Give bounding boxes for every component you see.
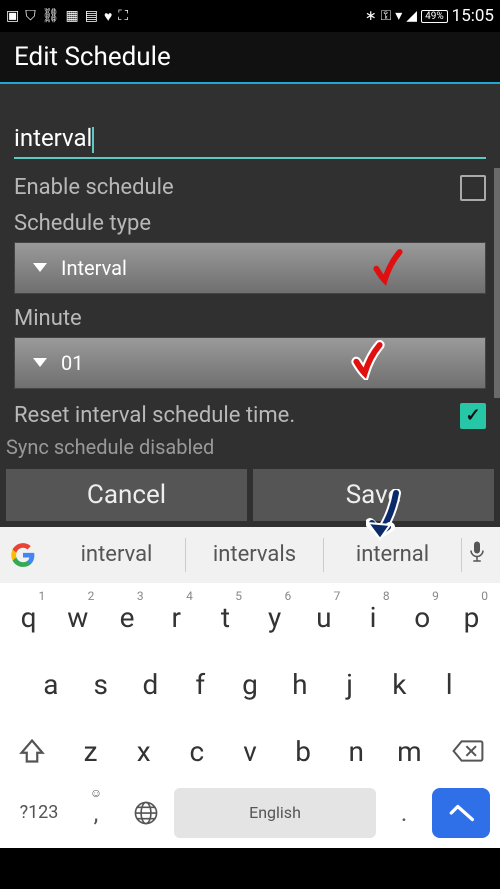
key-z[interactable]: z [64,725,117,778]
key-x[interactable]: x [117,725,170,778]
annotation-check-icon [371,247,405,287]
language-key[interactable] [124,788,168,838]
enable-schedule-label: Enable schedule [14,175,174,200]
wifi-icon: ▾ [395,8,402,24]
key-i[interactable]: i8 [348,591,397,644]
key-o[interactable]: o9 [398,591,447,644]
soft-keyboard: q1w2e3r4t5y6u7i8o9p0 asdfghjkl zxcvbnm ?… [0,583,500,848]
key-b[interactable]: b [277,725,330,778]
key-e[interactable]: e3 [102,591,151,644]
sync-status-text: Sync schedule disabled [0,435,486,459]
key-a[interactable]: a [26,658,76,711]
notif-icon: ▣ [6,8,19,24]
shift-key[interactable] [4,726,60,776]
key-d[interactable]: d [126,658,176,711]
key-j[interactable]: j [325,658,375,711]
annotation-arrow-icon [366,489,406,545]
key-v[interactable]: v [223,725,276,778]
signal-icon: ◢ [406,8,417,24]
chevron-down-icon [33,358,47,367]
key-w[interactable]: w2 [53,591,102,644]
minute-dropdown[interactable]: 01 [14,337,486,389]
mic-icon[interactable] [462,540,492,569]
key-y[interactable]: y6 [250,591,299,644]
suggestion-2[interactable]: intervals [186,538,324,572]
wall-icon: ▤ [85,8,98,24]
minute-value: 01 [61,351,83,375]
key-u[interactable]: u7 [299,591,348,644]
schedule-type-dropdown[interactable]: Interval [14,242,486,294]
heart-icon: ♥ [104,8,112,25]
suggestion-1[interactable]: interval [48,538,186,572]
cancel-button[interactable]: Cancel [6,469,247,521]
comma-key[interactable]: ☺, [74,788,118,838]
key-p[interactable]: p0 [447,591,496,644]
ua-icon: ⛓ [42,8,60,24]
backspace-key[interactable] [440,726,496,776]
scroll-indicator[interactable] [494,168,500,398]
annotation-check-icon [351,340,385,380]
reset-interval-checkbox[interactable]: ✓ [460,403,486,429]
key-t[interactable]: t5 [201,591,250,644]
enable-schedule-checkbox[interactable] [460,175,486,201]
minute-label: Minute [14,306,486,331]
key-f[interactable]: f [175,658,225,711]
key-c[interactable]: c [170,725,223,778]
space-key[interactable]: English [174,788,376,838]
bluetooth-icon: ∗ [365,8,377,24]
key-k[interactable]: k [374,658,424,711]
key-h[interactable]: h [275,658,325,711]
period-key[interactable]: . [382,788,426,838]
google-icon[interactable] [8,540,38,570]
shield-icon: ⛉ [25,8,36,24]
reset-interval-label: Reset interval schedule time. [14,403,295,428]
chevron-down-icon [33,263,47,272]
battery-indicator: 49% [421,10,448,23]
key-icon: ⚿ [381,8,392,24]
key-l[interactable]: l [424,658,474,711]
key-r[interactable]: r4 [152,591,201,644]
symbols-key[interactable]: ?123 [10,788,68,838]
clock: 15:05 [452,6,494,26]
key-s[interactable]: s [76,658,126,711]
android-status-bar: ▣ ⛉ ⛓ ▦ ▤ ♥ ⛶ ∗ ⚿ ▾ ◢ 49% 15:05 [0,0,500,32]
enter-key[interactable] [432,788,490,838]
key-m[interactable]: m [383,725,436,778]
schedule-type-label: Schedule type [14,211,486,236]
key-n[interactable]: n [330,725,383,778]
keyboard-suggestion-bar: interval intervals internal [0,527,500,583]
schedule-type-value: Interval [61,256,127,280]
image-icon: ▦ [66,8,79,24]
emoji-icon: ☺ [90,786,102,800]
key-g[interactable]: g [225,658,275,711]
form-content: interval Enable schedule Schedule type I… [0,84,500,527]
key-q[interactable]: q1 [4,591,53,644]
schedule-name-input[interactable]: interval [14,120,486,159]
fullscreen-icon: ⛶ [118,8,128,24]
page-title: Edit Schedule [0,32,500,84]
